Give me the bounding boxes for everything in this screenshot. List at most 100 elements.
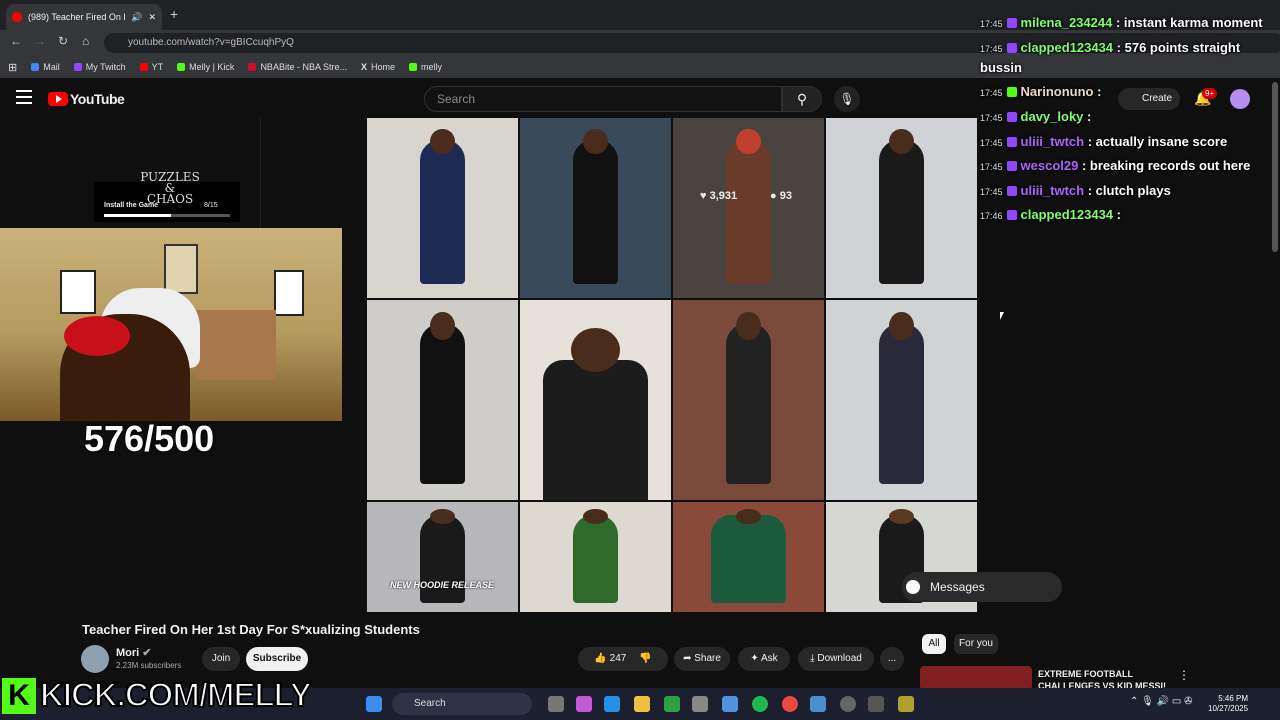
comment-icon: ● [770,190,780,202]
reload-icon[interactable]: ↻ [58,34,68,48]
x-icon: X [360,62,367,72]
grid-photo[interactable] [367,502,518,612]
mail-icon [31,63,40,71]
grid-photo[interactable] [826,300,977,500]
recommended-menu-icon[interactable]: ⋮ [1178,668,1190,682]
home-icon[interactable]: ⌂ [82,34,89,48]
search-icon: ⚲ [796,91,808,107]
kick-url-overlay: KICK.COM/MELLY [39,675,313,714]
grid-photo[interactable] [826,118,977,298]
recommended-thumbnail[interactable] [920,666,1032,690]
grid-photo[interactable] [367,300,518,500]
create-button[interactable]: Create [1118,88,1180,110]
photo-caption: NEW HOODIE RELEASE [390,580,495,590]
new-tab-button[interactable]: + [170,6,178,22]
bookmark-my-twitch[interactable]: My Twitch [73,62,126,72]
grid-photo[interactable] [520,300,671,500]
edge-icon[interactable] [604,696,620,712]
channel-avatar[interactable] [81,645,109,673]
dislike-button[interactable]: 👎 [639,653,651,664]
kick-icon [409,63,417,71]
taskbar-search[interactable]: Search [392,693,532,715]
microphone-icon: 🎙 [839,92,855,106]
bookmark-yt[interactable]: YT [139,62,163,72]
post-comments: ● 93 [770,190,792,202]
download-button[interactable]: ⤓ Download [798,647,874,671]
grid-photo[interactable] [367,118,518,298]
search-input[interactable]: Search [424,86,782,112]
youtube-favicon-icon [12,12,22,22]
audio-icon[interactable]: 🔊 [131,12,142,23]
chat-message: 17:45 wescol29 : breaking records out her… [980,158,1251,173]
subscribe-button[interactable]: Subscribe [246,647,308,671]
ad-counter: 8/15 [204,202,218,209]
messages-button[interactable]: Messages [902,572,1062,602]
bookmark-melly[interactable]: melly [409,62,442,72]
chat-message: 17:45 Narinonuno : [980,84,1102,99]
post-likes: ♥ 3,931 [700,190,738,202]
menu-icon[interactable] [16,90,32,104]
browser-tab[interactable]: (989) Teacher Fired On Her 🔊 ✕ [6,4,162,30]
verified-icon: ✔ [142,647,152,659]
plush-shelf [196,310,276,380]
start-icon[interactable] [366,696,382,712]
search-button[interactable]: ⚲ [782,86,822,112]
kick-icon [177,63,186,71]
copilot-icon[interactable] [576,696,592,712]
video-title: Teacher Fired On Her 1st Day For S*xuali… [82,622,420,637]
subscriber-badge-icon [1006,210,1017,220]
grid-photo[interactable] [520,118,671,298]
bookmark-melly-kick[interactable]: Melly | Kick [177,62,234,72]
media-icon[interactable] [840,696,856,712]
like-dislike-group: 👍 247 👎 [578,647,668,671]
youtube-logo-text[interactable]: YouTube [70,91,125,107]
bookmark-home[interactable]: X Home [361,62,395,72]
share-button[interactable]: ➦ Share [674,647,730,671]
youtube-logo-icon[interactable] [48,92,68,106]
chip-all[interactable]: All [922,634,946,654]
heart-icon: ♥ [700,190,710,202]
app-icon[interactable] [810,696,826,712]
twitch-icon [73,63,82,71]
more-actions-button[interactable]: ... [880,647,904,671]
apps-icon[interactable]: ⊞ [8,61,17,74]
app-icon[interactable] [868,696,884,712]
voice-search-button[interactable]: 🎙 [834,86,860,112]
grid-photo[interactable] [673,118,824,298]
join-button[interactable]: Join [202,647,240,671]
back-icon[interactable]: ← [10,34,22,48]
notification-count-badge: 9+ [1202,88,1218,99]
ad-cta[interactable]: Install the Game [104,202,158,209]
chip-for-you[interactable]: For you [954,634,998,654]
ask-button[interactable]: ✦ Ask [738,647,790,671]
channel-name[interactable]: Mori ✔ [116,646,152,659]
kick-logo-icon: K [2,678,36,714]
task-view-icon[interactable] [548,696,564,712]
app-icon[interactable] [898,696,914,712]
spotify-icon[interactable] [752,696,768,712]
system-tray-icons[interactable]: ⌃ 🎙 🔊 ▭ ✇ [1130,696,1192,707]
forward-icon[interactable]: → [34,34,46,48]
account-avatar[interactable] [1230,89,1250,109]
chat-message: 17:45 uliii_twtch : clutch plays [980,183,1171,198]
grid-photo[interactable] [673,300,824,500]
chat-message: 17:45 davy_loky : [980,109,1092,124]
chat-message: 17:45 clapped123434 : 576 points straight [980,40,1241,55]
like-button[interactable]: 👍 247 [594,653,626,664]
thumbs-up-icon: 👍 [594,653,610,664]
page-scrollbar[interactable] [1272,82,1278,252]
grid-photo[interactable] [673,502,824,612]
share-icon: ➦ [683,653,695,664]
xbox-icon[interactable] [664,696,680,712]
bookmark-mail[interactable]: Mail [31,62,60,72]
chrome-icon[interactable] [782,696,798,712]
taskbar-clock[interactable]: 5:46 PM 10/27/2025 [1208,694,1248,714]
subscriber-badge-icon [1006,18,1017,28]
store-icon[interactable] [722,696,738,712]
steam-icon[interactable] [692,696,708,712]
bookmark-nbabite[interactable]: NBABite - NBA Stre... [248,62,347,72]
close-tab-icon[interactable]: ✕ [148,12,156,23]
grid-photo[interactable] [520,502,671,612]
thumbs-down-icon: 👎 [639,653,652,664]
file-explorer-icon[interactable] [634,696,650,712]
